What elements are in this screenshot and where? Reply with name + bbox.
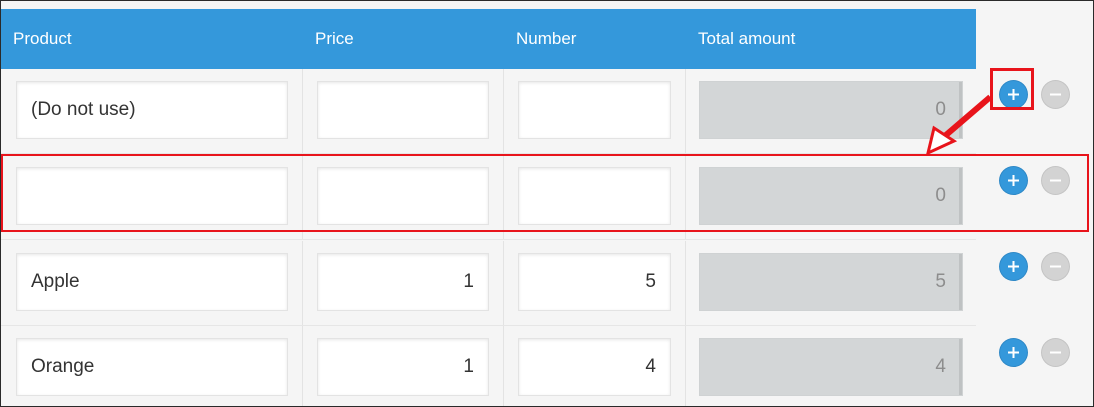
product-field[interactable]: (Do not use) [16, 81, 288, 139]
add-row-button[interactable] [1000, 253, 1027, 280]
minus-icon [1050, 351, 1061, 354]
plus-icon [1008, 175, 1019, 186]
table-row: 0 [1, 155, 976, 240]
add-row-button[interactable] [1000, 167, 1027, 194]
total-amount-field: 0 [699, 167, 963, 225]
column-divider [302, 155, 303, 239]
total-amount-field: 4 [699, 338, 963, 396]
column-divider [685, 241, 686, 325]
price-field[interactable]: 1 [317, 253, 489, 311]
table-row: (Do not use) 0 [1, 69, 976, 154]
column-divider [685, 69, 686, 153]
remove-row-button[interactable] [1042, 339, 1069, 366]
column-divider [685, 155, 686, 239]
minus-icon [1050, 93, 1061, 96]
number-field[interactable] [518, 167, 671, 225]
column-divider [503, 155, 504, 239]
remove-row-button[interactable] [1042, 81, 1069, 108]
product-field[interactable]: Orange [16, 338, 288, 396]
remove-row-button[interactable] [1042, 167, 1069, 194]
plus-icon [1008, 89, 1019, 100]
plus-icon [1008, 261, 1019, 272]
add-row-button[interactable] [1000, 339, 1027, 366]
product-field[interactable]: Apple [16, 253, 288, 311]
total-amount-field: 0 [699, 81, 963, 139]
product-field[interactable] [16, 167, 288, 225]
add-row-button[interactable] [1000, 81, 1027, 108]
table-row: Orange 1 4 4 [1, 326, 976, 406]
total-amount-field: 5 [699, 253, 963, 311]
column-divider [503, 69, 504, 153]
number-field[interactable]: 4 [518, 338, 671, 396]
column-header-product: Product [13, 29, 72, 48]
column-divider [302, 326, 303, 406]
plus-icon [1008, 347, 1019, 358]
table-row: Apple 1 5 5 [1, 241, 976, 326]
price-field[interactable] [317, 167, 489, 225]
remove-row-button[interactable] [1042, 253, 1069, 280]
column-header-number: Number [516, 29, 577, 48]
subtable-panel: Product Price Number Total amount (Do no… [0, 0, 1094, 407]
column-divider [503, 241, 504, 325]
price-field[interactable] [317, 81, 489, 139]
column-divider [503, 326, 504, 406]
column-divider [302, 69, 303, 153]
minus-icon [1050, 179, 1061, 182]
column-header-total-amount: Total amount [698, 29, 796, 48]
column-divider [685, 326, 686, 406]
number-field[interactable]: 5 [518, 253, 671, 311]
number-field[interactable] [518, 81, 671, 139]
price-field[interactable]: 1 [317, 338, 489, 396]
column-header-price: Price [315, 29, 354, 48]
column-divider [302, 241, 303, 325]
minus-icon [1050, 265, 1061, 268]
table-header: Product Price Number Total amount [1, 9, 976, 69]
